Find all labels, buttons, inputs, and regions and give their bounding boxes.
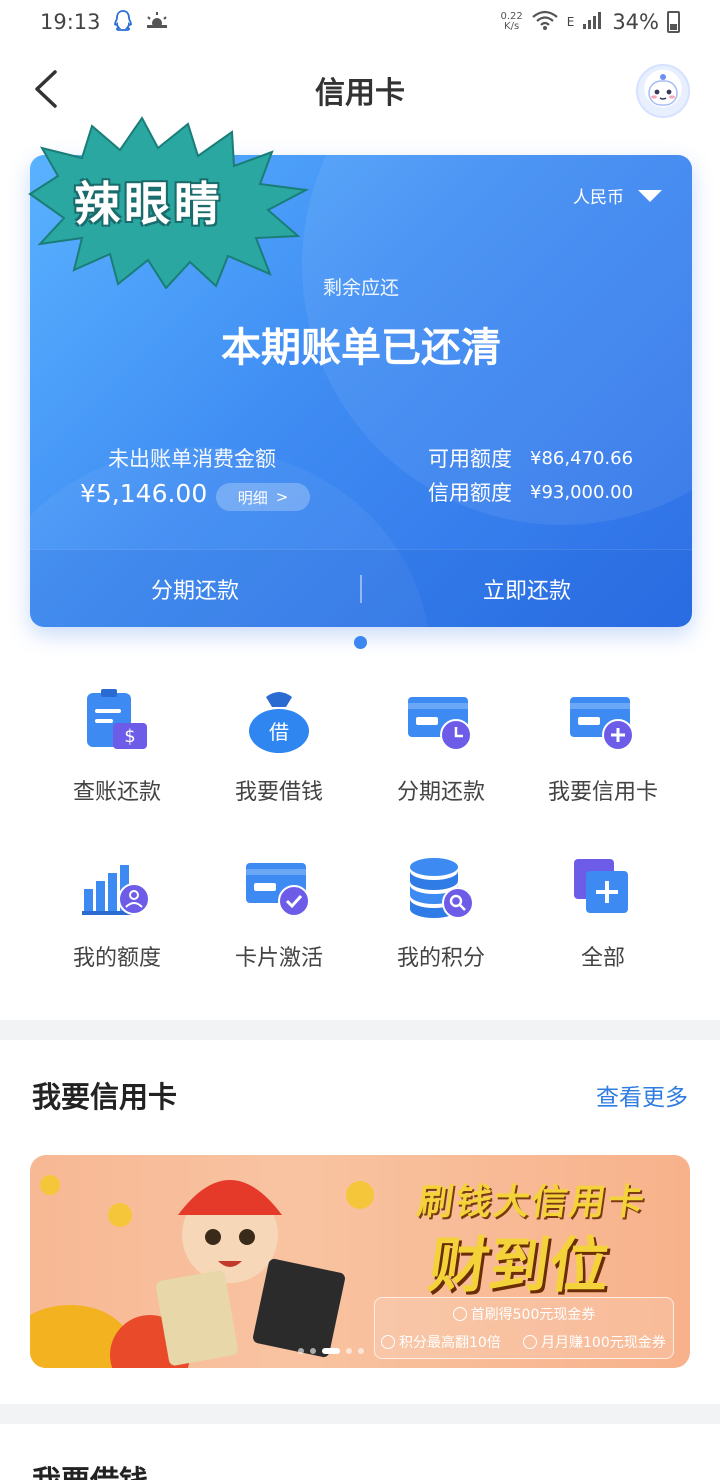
grid-item-apply-card[interactable]: 我要信用卡 <box>522 684 684 806</box>
grid-label: 我要借钱 <box>234 780 323 805</box>
section-title: 我要借钱 <box>32 1458 148 1480</box>
credit-value: ¥93,000.00 <box>530 481 634 503</box>
bar-chart-user-icon <box>79 850 155 926</box>
grid-item-my-limit[interactable]: 我的额度 <box>36 850 198 972</box>
signal-icon <box>582 10 604 35</box>
qq-icon <box>113 9 133 36</box>
grid-label: 我要信用卡 <box>547 780 658 805</box>
grid-item-borrow[interactable]: 借 我要借钱 <box>198 684 360 806</box>
currency-selector[interactable]: 人民币 <box>573 183 662 208</box>
detail-label: 明细 <box>237 488 268 507</box>
promo-banner[interactable]: 刷钱大信用卡 财到位 首刷得500元现金券 积分最高翻10倍 月月赚100元现金… <box>30 1155 690 1368</box>
grid-item-installment[interactable]: 分期还款 <box>360 684 522 806</box>
card-check-icon <box>241 850 317 926</box>
loan-section-header: 我要借钱 <box>0 1458 720 1480</box>
pagination-dot-active <box>322 1348 340 1354</box>
card-clock-icon <box>403 684 479 760</box>
robot-face-icon <box>648 74 678 106</box>
pagination-dot <box>310 1348 316 1354</box>
battery-percent: 34% <box>612 10 659 34</box>
banner-pagination <box>298 1348 364 1354</box>
grid-label: 卡片激活 <box>234 946 323 971</box>
credit-label: 信用额度 <box>428 481 512 505</box>
borrow-badge: 借 <box>269 720 289 744</box>
card-plus-icon <box>565 684 641 760</box>
wifi-icon <box>531 9 559 36</box>
weather-icon <box>145 10 169 34</box>
grid-item-all[interactable]: 全部 <box>522 850 684 972</box>
installment-button[interactable]: 分期还款 <box>30 573 360 605</box>
grid-label: 查账还款 <box>72 780 161 805</box>
grid-item-check-bill[interactable]: $ 查账还款 <box>36 684 198 806</box>
credit-card-section-header: 我要信用卡 查看更多 <box>0 1074 720 1116</box>
perk-item: 月月赚100元现金券 <box>523 1332 666 1352</box>
bill-status: 本期账单已还清 <box>221 325 501 371</box>
section-separator <box>0 1404 720 1424</box>
pagination-dot <box>346 1348 352 1354</box>
mascot-illustration <box>30 1175 374 1368</box>
function-grid: $ 查账还款 借 我要借钱 分期还款 我要信用卡 我的额度 卡片激活 我的积分 … <box>36 684 684 972</box>
detail-button[interactable]: 明细 > <box>216 483 310 511</box>
grid-label: 我的积分 <box>396 946 485 971</box>
unbilled-amount: ¥5,146.00 <box>80 479 208 508</box>
database-search-icon <box>403 850 479 926</box>
check-circle-icon <box>523 1335 537 1349</box>
plus-square-icon <box>565 850 641 926</box>
card-actions: 分期还款 立即还款 <box>30 549 692 627</box>
assistant-avatar[interactable] <box>636 64 690 118</box>
grid-label: 全部 <box>580 946 625 971</box>
sticker-text: 辣眼睛 <box>74 177 224 231</box>
net-speed: 0.22 K/s <box>500 11 523 32</box>
status-bar: 19:13 0.22 K/s E 34% <box>0 0 720 44</box>
unbilled-label: 未出账单消费金额 <box>108 447 276 471</box>
section-separator <box>0 1020 720 1040</box>
pagination-dot <box>358 1348 364 1354</box>
see-more-link[interactable]: 查看更多 <box>596 1078 688 1112</box>
available-limit-row: 可用额度 ¥86,470.66 <box>428 443 633 473</box>
check-circle-icon <box>381 1335 395 1349</box>
grid-label: 我的额度 <box>72 946 161 971</box>
available-value: ¥86,470.66 <box>530 447 634 469</box>
grid-item-my-points[interactable]: 我的积分 <box>360 850 522 972</box>
pagination-dot <box>298 1348 304 1354</box>
back-button[interactable] <box>26 64 66 114</box>
available-label: 可用额度 <box>428 447 512 471</box>
check-circle-icon <box>452 1307 467 1321</box>
page-title: 信用卡 <box>315 76 405 111</box>
perk-item: 积分最高翻10倍 <box>381 1332 501 1352</box>
perk-item: 首刷得500元现金券 <box>375 1304 673 1324</box>
svg-text:$: $ <box>124 726 135 747</box>
card-page-indicator <box>354 636 367 649</box>
battery-icon <box>667 11 680 33</box>
repay-now-button[interactable]: 立即还款 <box>362 573 692 605</box>
triangle-down-icon <box>638 189 662 202</box>
currency-label: 人民币 <box>573 188 624 208</box>
section-title: 我要信用卡 <box>32 1080 178 1114</box>
chevron-left-icon <box>35 70 57 108</box>
grid-item-activate-card[interactable]: 卡片激活 <box>198 850 360 972</box>
network-type: E <box>566 15 575 29</box>
grid-label: 分期还款 <box>396 780 485 805</box>
borrow-bag-icon: 借 <box>241 684 317 760</box>
perks-box: 首刷得500元现金券 积分最高翻10倍 月月赚100元现金券 <box>374 1297 674 1359</box>
bill-icon: $ <box>79 684 155 760</box>
banner-subtitle: 财到位 <box>424 1231 615 1301</box>
credit-limit-row: 信用额度 ¥93,000.00 <box>428 477 633 507</box>
status-time: 19:13 <box>40 10 101 34</box>
chevron-right-icon: > <box>275 488 289 506</box>
